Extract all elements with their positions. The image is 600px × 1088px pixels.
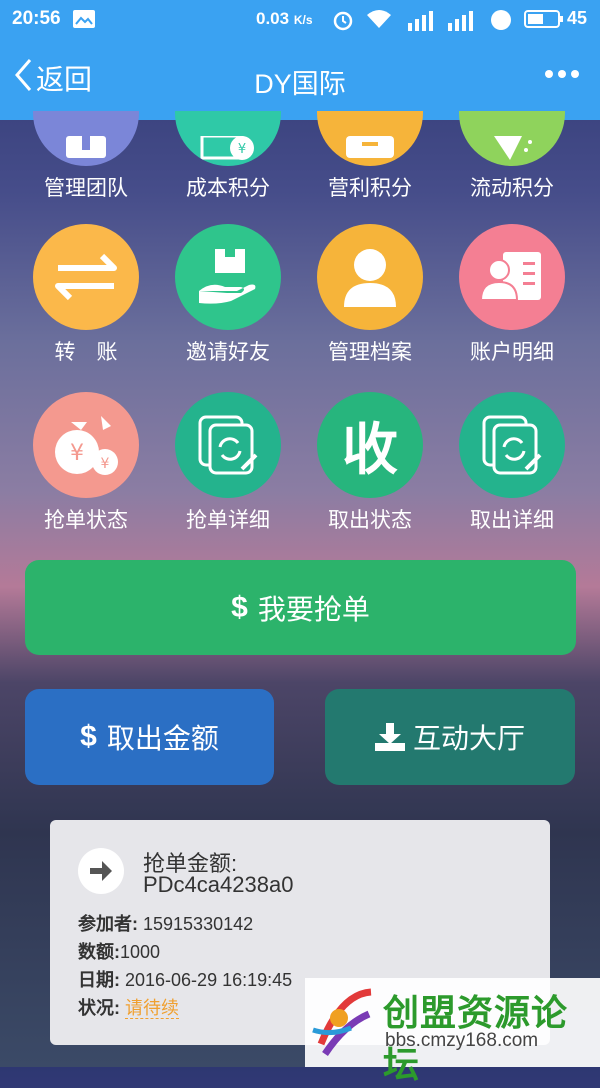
arrow-right-icon[interactable] (78, 848, 124, 894)
svg-text:¥: ¥ (101, 456, 110, 472)
hd-icon (490, 9, 512, 36)
money-bag-icon: ¥ ¥ (33, 392, 139, 498)
page-title: DY国际 (254, 69, 346, 99)
receive-icon: 收 (317, 392, 423, 498)
participant-row: 参加者: 15915330142 (78, 914, 254, 934)
flow-points-icon (459, 111, 565, 166)
grid-label: 营利积分 (328, 177, 412, 200)
grid-item-account-detail[interactable]: 账户明细 (442, 224, 582, 366)
forum-logo-icon (311, 984, 377, 1065)
grid-label: 取出状态 (328, 509, 412, 532)
account-detail-icon (459, 224, 565, 330)
wifi-icon (366, 9, 392, 34)
network-speed: 0.03 K/s (256, 9, 313, 28)
quantity-row: 数额:1000 (78, 942, 161, 962)
receive-glyph: 收 (342, 417, 398, 481)
grid-label: 账户明细 (470, 341, 554, 364)
svg-text:¥: ¥ (238, 142, 246, 157)
alarm-icon (332, 9, 354, 36)
dollar-icon: $ (80, 720, 97, 753)
download-icon (374, 723, 405, 751)
status-value[interactable]: 请待续 (125, 998, 180, 1019)
grid-label: 转 账 (54, 341, 118, 364)
grid-item-withdraw-status[interactable]: 收 取出状态 (300, 392, 440, 534)
grid-label: 管理档案 (328, 341, 412, 364)
status-bar: 20:56 0.03 K/s 45 (0, 0, 600, 38)
grid-label: 管理团队 (44, 177, 128, 200)
team-icon (33, 111, 139, 166)
amount-value: PDc4ca4238a0 (143, 872, 294, 897)
withdraw-button[interactable]: $ 取出金额 (25, 689, 274, 785)
edit-refresh-icon (175, 392, 281, 498)
grid-item-manage-profile[interactable]: 管理档案 (300, 224, 440, 366)
date-row: 日期: 2016-06-29 16:19:45 (78, 970, 293, 990)
status-row: 状况: 请待续 (78, 998, 180, 1019)
grid-item-cost-points[interactable]: ¥ 成本积分 (158, 111, 298, 202)
grid-label: 抢单详细 (186, 509, 270, 532)
grid-item-grab-status[interactable]: ¥ ¥ 抢单状态 (16, 392, 156, 534)
svg-text:¥: ¥ (70, 441, 84, 466)
grid-label: 流动积分 (470, 177, 554, 200)
profit-points-icon (317, 111, 423, 166)
lobby-button[interactable]: 互动大厅 (325, 689, 575, 785)
withdraw-label: 取出金额 (106, 723, 219, 754)
invite-friends-icon (175, 224, 281, 330)
grid-item-grab-detail[interactable]: 抢单详细 (158, 392, 298, 534)
grid-label: 邀请好友 (186, 341, 270, 364)
grab-order-button[interactable]: $ 我要抢单 (25, 560, 576, 655)
signal-icon (446, 9, 478, 36)
watermark-url: bbs.cmzy168.com (385, 1030, 539, 1051)
transfer-icon (33, 224, 139, 330)
grid-item-transfer[interactable]: 转 账 (16, 224, 156, 366)
image-notification-icon (72, 9, 96, 34)
grid-label: 取出详细 (470, 509, 554, 532)
grid-label: 成本积分 (186, 177, 270, 200)
cost-points-icon: ¥ (175, 111, 281, 166)
grid-item-manage-team[interactable]: 管理团队 (16, 111, 156, 202)
battery-icon (524, 9, 564, 34)
dollar-icon: $ (231, 590, 248, 624)
lobby-label: 互动大厅 (412, 723, 525, 754)
grab-order-label: 我要抢单 (257, 593, 370, 625)
profile-icon (317, 224, 423, 330)
nav-bar: 返回 DY国际 (0, 38, 600, 120)
grid-item-withdraw-detail[interactable]: 取出详细 (442, 392, 582, 534)
watermark: 创盟资源论坛 bbs.cmzy168.com (305, 978, 600, 1085)
grid-item-invite-friends[interactable]: 邀请好友 (158, 224, 298, 366)
grid-item-profit-points[interactable]: 营利积分 (300, 111, 440, 202)
battery-level: 45 (567, 8, 588, 28)
grid-label: 抢单状态 (44, 509, 128, 532)
grid-item-flow-points[interactable]: 流动积分 (442, 111, 582, 202)
more-options-icon[interactable] (544, 66, 580, 84)
signal-4g-icon (404, 9, 436, 36)
clock: 20:56 (12, 8, 61, 29)
edit-refresh-icon (459, 392, 565, 498)
